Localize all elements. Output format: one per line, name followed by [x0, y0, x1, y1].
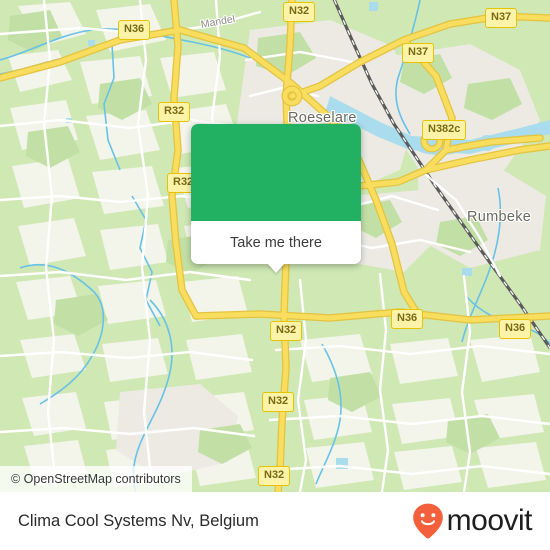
road-shield-n382c: N382c [422, 120, 467, 140]
moovit-map-screenshot: Mandel Roeselare Rumbeke N36 N32 N37 N37… [0, 0, 550, 550]
road-shield-n32-c: N32 [262, 392, 295, 412]
location-title: Clima Cool Systems Nv, Belgium [18, 511, 259, 530]
attribution-text: © OpenStreetMap contributors [11, 472, 181, 486]
map-attribution[interactable]: © OpenStreetMap contributors [0, 466, 192, 492]
take-me-there-button[interactable]: Take me there [191, 221, 361, 264]
road-shield-n32-d: N32 [258, 466, 291, 486]
road-shield-r32: R32 [158, 102, 191, 122]
popup-thumbnail [191, 124, 361, 221]
take-me-there-label: Take me there [230, 234, 322, 251]
moovit-logo[interactable]: moovit [411, 502, 533, 540]
road-shield-n37: N37 [485, 8, 518, 28]
footer-bar: Clima Cool Systems Nv, Belgium moovit [0, 492, 550, 550]
map-pin-smiley-icon [411, 502, 445, 540]
road-shield-n36-b: N36 [391, 309, 424, 329]
road-shield-n37-b: N37 [402, 43, 435, 63]
popup-pointer-tail [267, 263, 285, 273]
road-shield-n36-c: N36 [499, 319, 532, 339]
road-shield-n32-b: N32 [270, 321, 303, 341]
location-popup[interactable]: Take me there [191, 124, 361, 273]
road-shield-n36: N36 [118, 20, 151, 40]
moovit-wordmark: moovit [446, 504, 533, 537]
road-shield-n32: N32 [283, 2, 316, 22]
map-canvas[interactable]: Mandel Roeselare Rumbeke N36 N32 N37 N37… [0, 0, 550, 492]
